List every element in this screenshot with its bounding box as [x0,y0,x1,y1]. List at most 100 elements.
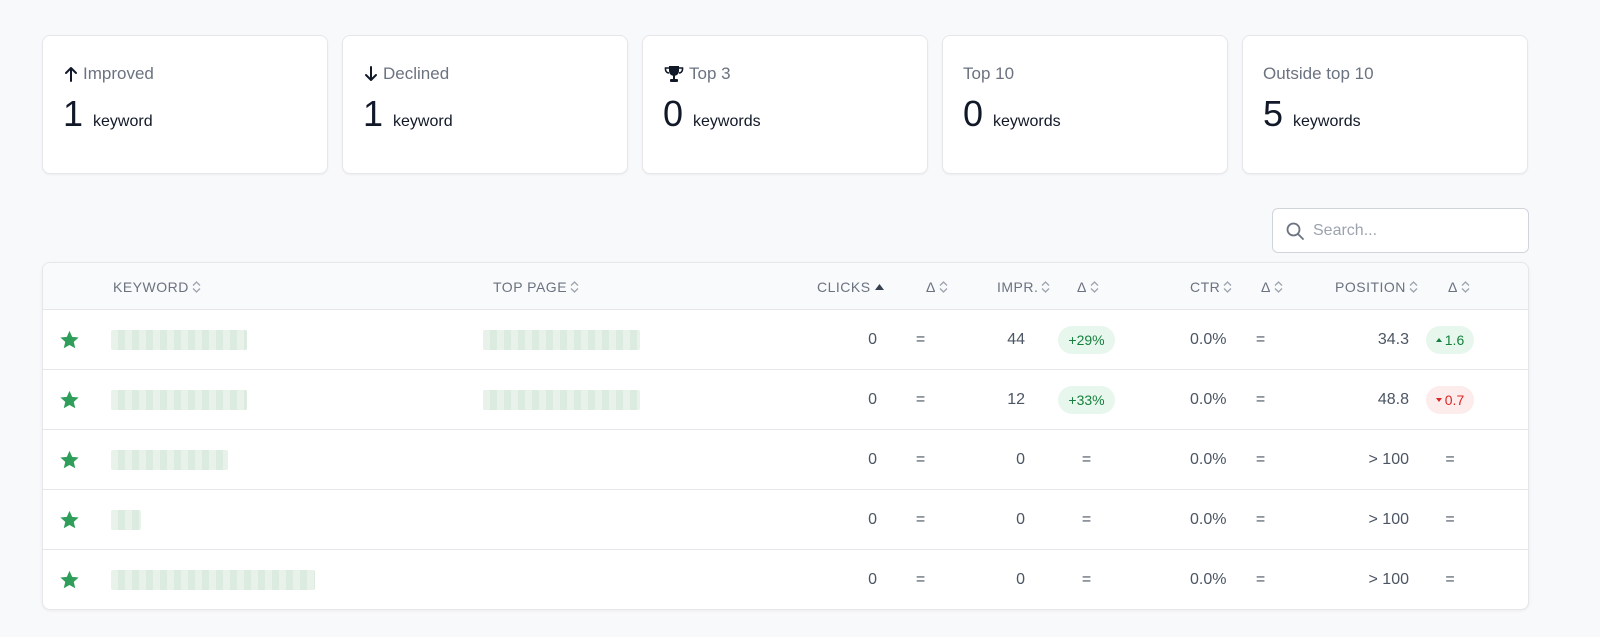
ctr-cell: 0.0% [1190,571,1227,588]
column-header-clicks[interactable]: CLICKS [817,263,885,310]
position-delta-cell: 0.7 [1418,370,1482,430]
keyword-cell[interactable] [111,490,141,550]
ctr-delta-cell: = [1255,511,1266,528]
arrow-up-icon [65,67,77,82]
table-row[interactable]: 0 = 0 = 0.0% = > 100 = [43,430,1528,490]
column-header-position-delta[interactable]: Δ [1448,263,1470,310]
column-header-ctr[interactable]: CTR [1190,263,1232,310]
search-icon [1286,222,1304,240]
redacted-page-url [483,330,640,350]
star-icon [60,330,79,349]
favorite-star[interactable] [59,370,81,430]
position-delta: = [1445,571,1455,588]
position-cell: 48.8 [1377,391,1409,408]
card-unit: keywords [693,113,761,130]
sort-icon [192,280,201,293]
sort-icon [570,280,579,293]
column-header-ctr-delta[interactable]: Δ [1261,263,1283,310]
clicks-cell: 0 [868,391,877,408]
table-header: KEYWORD TOP PAGE CLICKS Δ IMPR. Δ CTR Δ [43,263,1528,310]
clicks-cell: 0 [868,331,877,348]
column-header-impressions-delta[interactable]: Δ [1077,263,1099,310]
ctr-delta-cell: = [1255,451,1266,468]
position-cell: > 100 [1368,571,1409,588]
favorite-star[interactable] [59,550,81,609]
favorite-star[interactable] [59,490,81,550]
impressions-delta-cell: +29% [1055,310,1118,370]
ctr-cell: 0.0% [1190,391,1227,408]
table-row[interactable]: 0 = 0 = 0.0% = > 100 = [43,550,1528,609]
clicks-delta-cell: = [915,391,926,408]
impressions-delta-cell: +33% [1055,370,1118,430]
sort-icon [1461,280,1470,293]
keywords-table: KEYWORD TOP PAGE CLICKS Δ IMPR. Δ CTR Δ [42,262,1529,610]
redacted-keyword [111,390,247,410]
card-value: 1 [63,93,84,134]
card-unit: keyword [393,113,453,130]
impressions-cell: 0 [1016,571,1025,588]
position-cell: > 100 [1368,451,1409,468]
card-value: 5 [1263,93,1284,134]
top-page-cell[interactable] [483,310,640,370]
card-value: 0 [963,93,984,134]
position-delta-cell: = [1418,490,1482,550]
triangle-up-icon [1435,338,1442,342]
column-header-impressions[interactable]: IMPR. [997,263,1050,310]
star-icon [60,390,79,409]
position-delta-cell: = [1418,550,1482,609]
column-header-keyword[interactable]: KEYWORD [113,263,201,310]
redacted-keyword [111,330,247,350]
table-body: 0 = 44 +29% 0.0% = 34.3 1.6 0 = 12 +33% … [43,310,1528,609]
card-value: 1 [363,93,384,134]
impressions-cell: 12 [1007,391,1025,408]
search-input[interactable] [1313,221,1513,240]
impressions-delta: = [1081,511,1092,528]
clicks-delta-cell: = [915,451,926,468]
card-label: Outside top 10 [1263,64,1374,83]
column-header-clicks-delta[interactable]: Δ [926,263,948,310]
position-cell: > 100 [1368,511,1409,528]
table-row[interactable]: 0 = 44 +29% 0.0% = 34.3 1.6 [43,310,1528,370]
position-delta-cell: = [1418,430,1482,490]
clicks-cell: 0 [868,511,877,528]
ctr-delta-cell: = [1255,571,1266,588]
ctr-cell: 0.0% [1190,451,1227,468]
keyword-cell[interactable] [111,430,228,490]
ctr-cell: 0.0% [1190,511,1227,528]
table-row[interactable]: 0 = 0 = 0.0% = > 100 = [43,490,1528,550]
card-unit: keywords [1293,113,1361,130]
favorite-star[interactable] [59,310,81,370]
card-label: Top 3 [689,64,731,83]
card-unit: keyword [93,113,153,130]
position-cell: 34.3 [1377,331,1409,348]
position-delta: = [1445,511,1455,528]
impressions-delta-cell: = [1055,430,1118,490]
clicks-cell: 0 [868,451,877,468]
card-outside-top-10: Outside top 10 5 keywords [1242,35,1528,174]
card-top-3: Top 3 0 keywords [642,35,928,174]
sort-icon [1409,280,1418,293]
ctr-delta-cell: = [1255,331,1266,348]
triangle-down-icon [1435,398,1442,402]
ctr-delta-cell: = [1255,391,1266,408]
favorite-star[interactable] [59,430,81,490]
star-icon [60,450,79,469]
search-box[interactable] [1272,208,1529,253]
card-value: 0 [663,93,684,134]
sort-icon [1274,280,1283,293]
position-delta-badge: 1.6 [1425,326,1475,354]
keyword-cell[interactable] [111,310,247,370]
impressions-delta-badge: +29% [1058,326,1115,354]
redacted-keyword [111,510,141,530]
redacted-keyword [111,450,228,470]
table-row[interactable]: 0 = 12 +33% 0.0% = 48.8 0.7 [43,370,1528,430]
card-top-10: Top 10 0 keywords [942,35,1228,174]
top-page-cell[interactable] [483,370,640,430]
sort-icon [1090,280,1099,293]
keyword-cell[interactable] [111,550,315,609]
card-unit: keywords [993,113,1061,130]
arrow-down-icon [365,66,377,81]
column-header-top-page[interactable]: TOP PAGE [493,263,579,310]
keyword-cell[interactable] [111,370,247,430]
column-header-position[interactable]: POSITION [1335,263,1418,310]
